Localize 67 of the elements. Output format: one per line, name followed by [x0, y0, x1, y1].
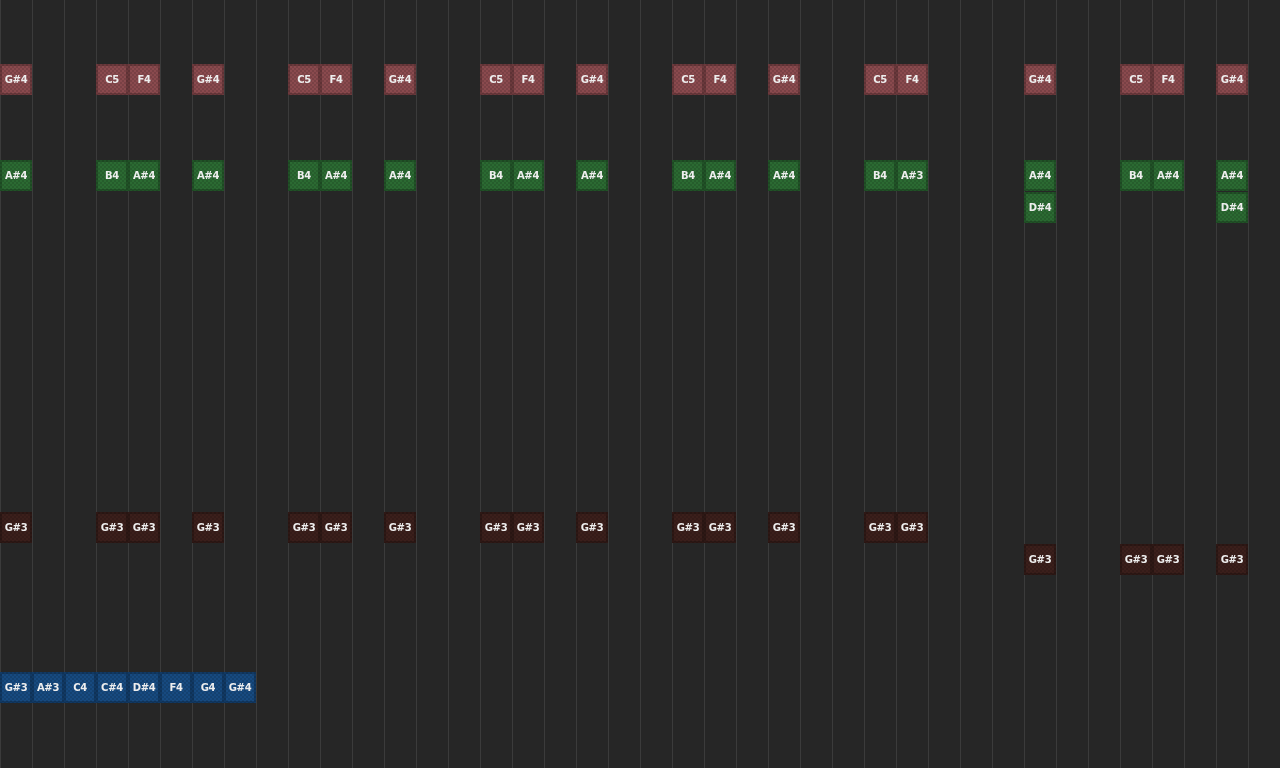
note-block[interactable]: G#3: [512, 512, 544, 543]
note-block[interactable]: A#4: [128, 160, 160, 191]
note-block[interactable]: G#4: [768, 64, 800, 95]
note-block[interactable]: G#4: [576, 64, 608, 95]
note-block[interactable]: B4: [672, 160, 704, 191]
note-block[interactable]: G#3: [576, 512, 608, 543]
note-block[interactable]: A#4: [320, 160, 352, 191]
note-block[interactable]: G#3: [1024, 544, 1056, 575]
note-block[interactable]: G#3: [128, 512, 160, 543]
note-block[interactable]: C5: [672, 64, 704, 95]
note-block[interactable]: G#3: [1216, 544, 1248, 575]
note-block[interactable]: G#3: [1120, 544, 1152, 575]
note-block[interactable]: G#4: [1216, 64, 1248, 95]
note-block[interactable]: B4: [480, 160, 512, 191]
note-block[interactable]: G#3: [672, 512, 704, 543]
note-block[interactable]: D#4: [1216, 192, 1248, 223]
note-block[interactable]: F4: [896, 64, 928, 95]
note-block[interactable]: D#4: [1024, 192, 1056, 223]
note-block[interactable]: G#3: [384, 512, 416, 543]
note-block[interactable]: C5: [96, 64, 128, 95]
note-block[interactable]: C#4: [96, 672, 128, 703]
note-block[interactable]: G#3: [704, 512, 736, 543]
note-block[interactable]: G#3: [480, 512, 512, 543]
note-block[interactable]: A#4: [0, 160, 32, 191]
note-block[interactable]: F4: [512, 64, 544, 95]
note-block[interactable]: C4: [64, 672, 96, 703]
note-block[interactable]: A#3: [32, 672, 64, 703]
note-block[interactable]: C5: [864, 64, 896, 95]
note-block[interactable]: G#4: [192, 64, 224, 95]
note-block[interactable]: F4: [160, 672, 192, 703]
note-block[interactable]: B4: [1120, 160, 1152, 191]
note-block[interactable]: A#4: [1216, 160, 1248, 191]
note-block[interactable]: A#4: [384, 160, 416, 191]
note-block[interactable]: G#4: [1024, 64, 1056, 95]
note-block[interactable]: G#3: [192, 512, 224, 543]
note-block[interactable]: C5: [288, 64, 320, 95]
note-block[interactable]: G#3: [96, 512, 128, 543]
note-block[interactable]: G#4: [384, 64, 416, 95]
note-block[interactable]: F4: [1152, 64, 1184, 95]
note-block[interactable]: G4: [192, 672, 224, 703]
note-block[interactable]: F4: [128, 64, 160, 95]
note-block[interactable]: A#4: [192, 160, 224, 191]
note-block[interactable]: G#3: [288, 512, 320, 543]
note-block[interactable]: G#3: [1152, 544, 1184, 575]
note-block[interactable]: F4: [320, 64, 352, 95]
note-block[interactable]: B4: [864, 160, 896, 191]
note-block[interactable]: A#4: [576, 160, 608, 191]
note-block[interactable]: G#3: [320, 512, 352, 543]
note-block[interactable]: F4: [704, 64, 736, 95]
note-block[interactable]: A#4: [512, 160, 544, 191]
note-block[interactable]: G#3: [896, 512, 928, 543]
note-block[interactable]: A#4: [768, 160, 800, 191]
note-block[interactable]: G#3: [768, 512, 800, 543]
note-block[interactable]: G#3: [0, 672, 32, 703]
note-block[interactable]: B4: [288, 160, 320, 191]
note-block[interactable]: B4: [96, 160, 128, 191]
note-block[interactable]: A#4: [704, 160, 736, 191]
note-block[interactable]: A#4: [1152, 160, 1184, 191]
note-block[interactable]: G#3: [864, 512, 896, 543]
note-block[interactable]: C5: [480, 64, 512, 95]
note-block[interactable]: A#4: [1024, 160, 1056, 191]
note-block[interactable]: D#4: [128, 672, 160, 703]
note-block[interactable]: G#3: [0, 512, 32, 543]
note-block[interactable]: G#4: [224, 672, 256, 703]
note-block[interactable]: G#4: [0, 64, 32, 95]
note-block[interactable]: A#3: [896, 160, 928, 191]
note-block[interactable]: C5: [1120, 64, 1152, 95]
